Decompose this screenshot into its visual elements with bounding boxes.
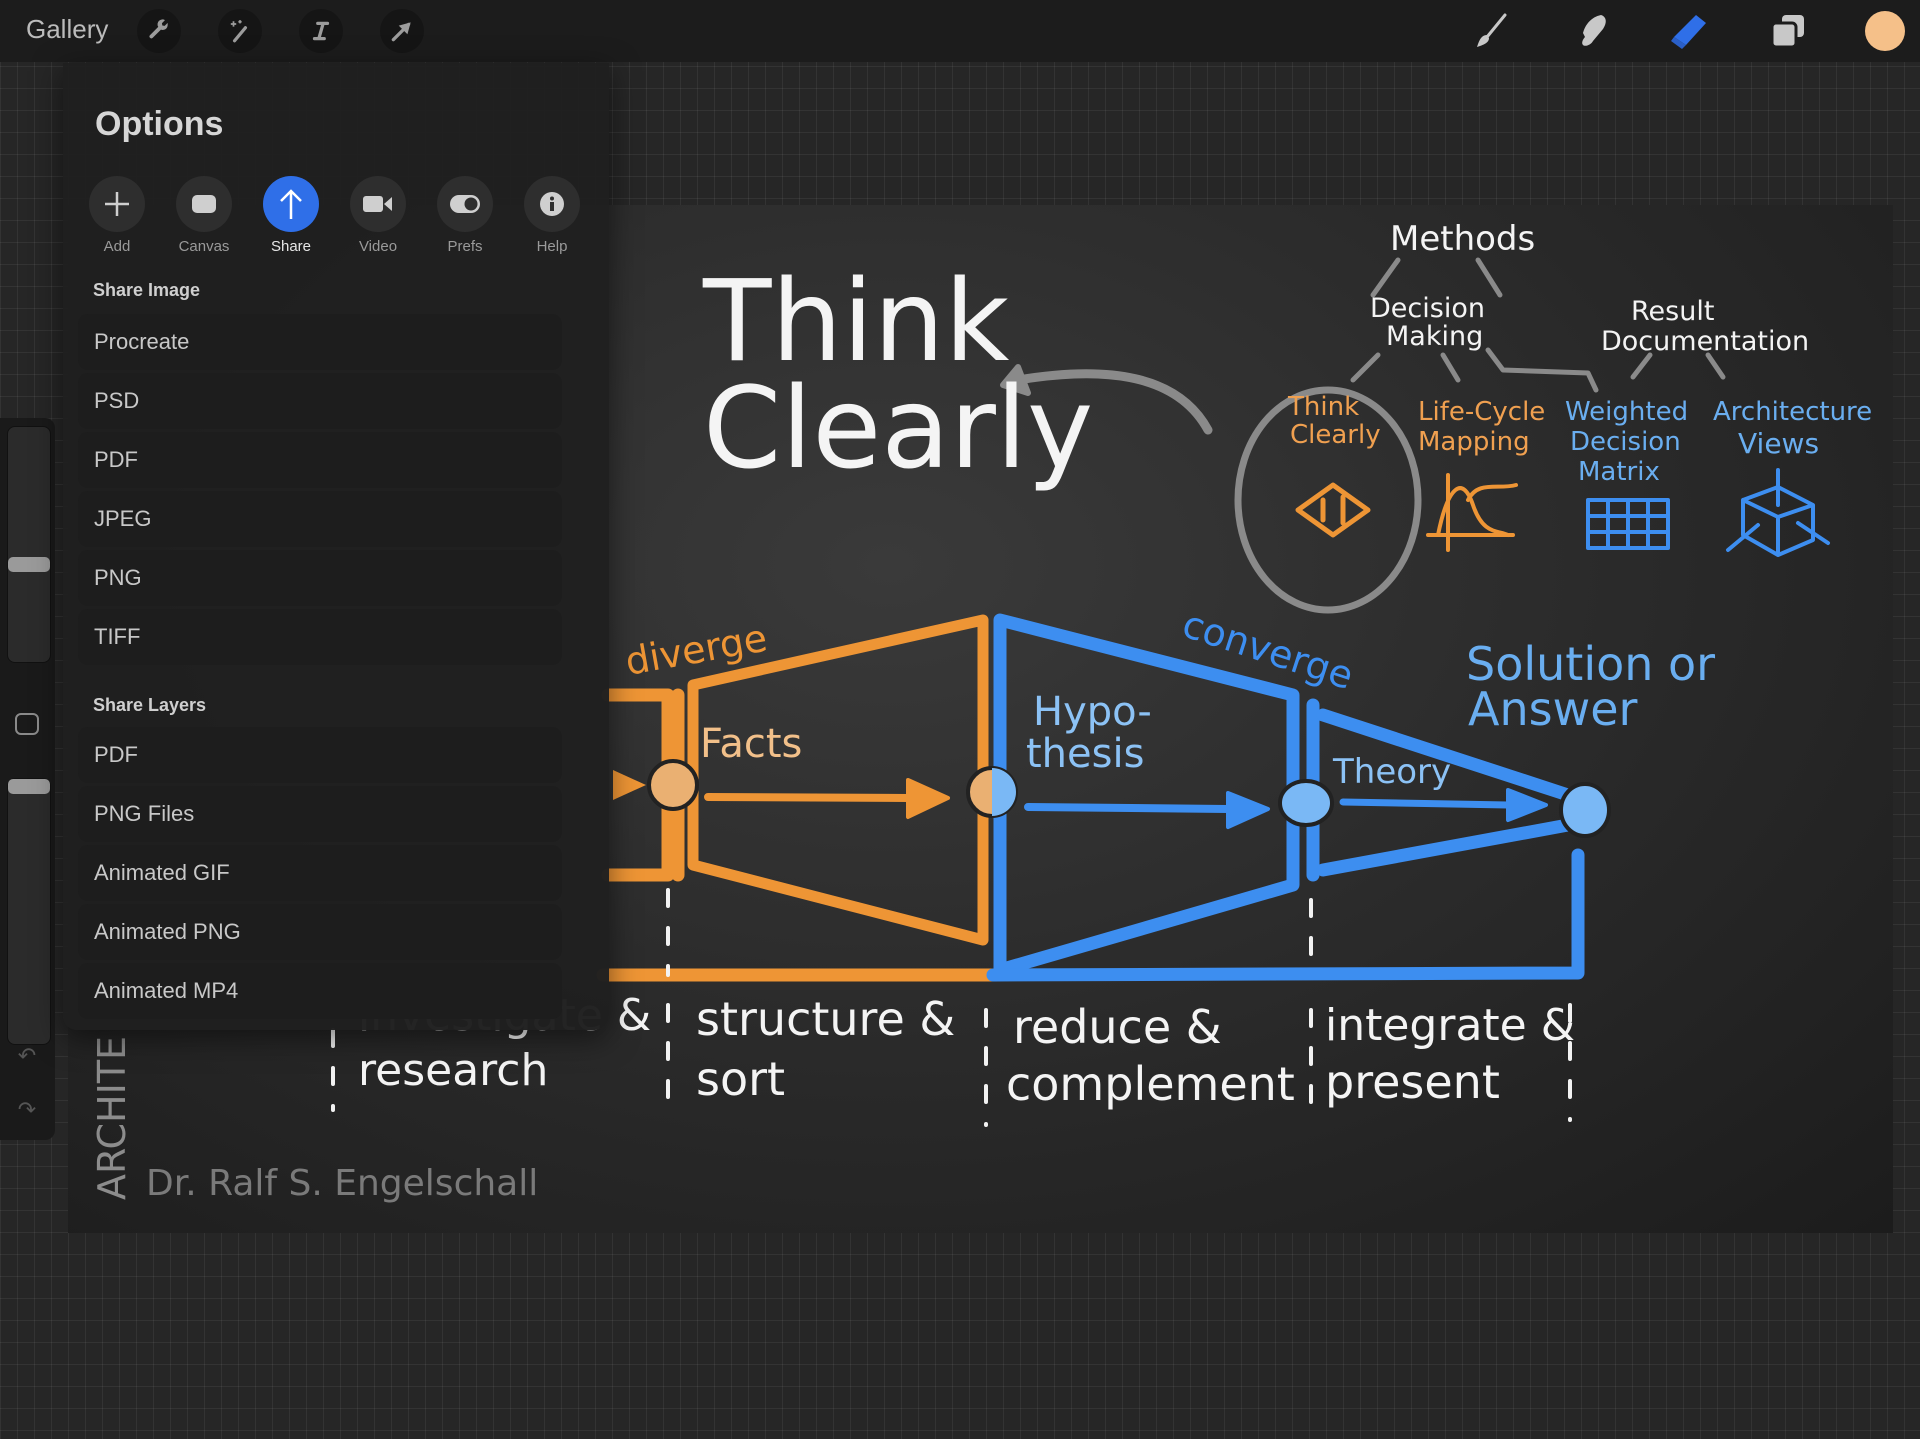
brush-size-thumb[interactable]: [8, 557, 50, 572]
panel-title: Options: [95, 105, 224, 143]
phase-3-line1: reduce &: [1013, 1000, 1222, 1054]
result-doc-line1: Result: [1631, 296, 1714, 327]
phase-3-line2: complement: [1006, 1057, 1295, 1111]
eraser-icon: [1671, 15, 1706, 49]
undo-icon[interactable]: ↶: [14, 1045, 40, 1067]
layers-button[interactable]: [1767, 10, 1809, 52]
share-arrow-icon: [280, 189, 302, 219]
phase-2-line2: sort: [696, 1052, 785, 1106]
decision-making-line1: Decision: [1370, 293, 1485, 324]
method-matrix-2: Decision: [1570, 427, 1681, 457]
node-solution: [1559, 782, 1611, 838]
share-image-png[interactable]: PNG: [78, 550, 562, 606]
matrix-grid-icon: [1586, 498, 1670, 550]
arrow-cursor-icon: [391, 22, 411, 42]
phase-2-line1: structure &: [696, 992, 955, 1046]
share-image-pdf[interactable]: PDF: [78, 432, 562, 488]
method-matrix-1: Weighted: [1565, 397, 1688, 427]
transform-button[interactable]: [380, 9, 424, 53]
actions-button[interactable]: [137, 9, 181, 53]
method-lifecycle-2: Mapping: [1418, 427, 1530, 457]
phase-1-line2: research: [358, 1045, 548, 1096]
tab-video[interactable]: Video: [346, 176, 410, 255]
brush-size-slider[interactable]: [7, 426, 51, 663]
magic-wand-icon: [230, 20, 248, 43]
methods-label: Methods: [1390, 219, 1535, 259]
adjustments-button[interactable]: [218, 9, 262, 53]
selection-s-icon: [312, 21, 330, 41]
tab-help[interactable]: Help: [520, 176, 584, 255]
opacity-thumb[interactable]: [8, 779, 50, 794]
brush-button[interactable]: [1470, 10, 1512, 52]
share-layers-heading: Share Layers: [93, 695, 207, 715]
lifecycle-curve-icon: [1426, 473, 1518, 552]
author-signature: Dr. Ralf S. Engelschall: [146, 1163, 538, 1204]
vertical-architecture-text: ARCHITE: [90, 1036, 134, 1200]
eraser-button[interactable]: [1668, 10, 1710, 52]
video-camera-icon: [363, 196, 392, 212]
options-panel: Options Add Canvas Share Video Prefs Hel…: [63, 63, 609, 1030]
brush-icon: [1477, 13, 1507, 47]
share-image-tiff[interactable]: TIFF: [78, 609, 562, 665]
tab-canvas[interactable]: Canvas: [172, 176, 236, 255]
hypothesis-arrowhead: [1226, 791, 1270, 829]
redo-icon[interactable]: ↷: [14, 1099, 40, 1121]
color-picker-button[interactable]: [1865, 11, 1905, 51]
share-image-psd[interactable]: PSD: [78, 373, 562, 429]
info-icon: [540, 192, 564, 216]
node-mid-blue-half: [992, 768, 1016, 816]
node-theory: [1278, 779, 1334, 827]
method-arch-2: Views: [1738, 427, 1819, 460]
hypothesis-line1: Hypo-: [1033, 689, 1152, 735]
decision-making-line2: Making: [1386, 321, 1483, 352]
share-layers-animated-png[interactable]: Animated PNG: [78, 904, 562, 960]
method-lifecycle-1: Life-Cycle: [1418, 397, 1545, 427]
modify-button[interactable]: [15, 713, 39, 735]
method-matrix-3: Matrix: [1578, 457, 1660, 487]
plus-icon: [105, 192, 129, 216]
facts-arrowhead: [906, 778, 950, 819]
share-layers-png-files[interactable]: PNG Files: [78, 786, 562, 842]
architecture-cube-icon: [1726, 468, 1830, 557]
node-start: [647, 759, 699, 811]
facts-label: Facts: [700, 721, 802, 767]
tab-prefs[interactable]: Prefs: [433, 176, 497, 255]
theory-arrowhead: [1506, 788, 1548, 822]
opacity-slider[interactable]: [7, 778, 51, 1045]
method-think-clearly-1: Think: [1287, 392, 1359, 422]
toggle-icon: [450, 195, 480, 213]
share-image-procreate[interactable]: Procreate: [78, 314, 562, 370]
tab-share[interactable]: Share: [259, 176, 323, 255]
gallery-button[interactable]: Gallery: [26, 14, 108, 45]
method-think-clearly-2: Clearly: [1290, 420, 1381, 450]
title-line2: Clearly: [703, 364, 1093, 494]
tab-add[interactable]: Add: [85, 176, 149, 255]
node-start-arrow: [613, 770, 646, 800]
share-image-heading: Share Image: [93, 280, 201, 300]
method-arch-1: Architecture: [1713, 397, 1872, 427]
share-layers-animated-mp4[interactable]: Animated MP4: [78, 963, 562, 1019]
share-layers-pdf[interactable]: PDF: [78, 727, 562, 783]
wrench-icon: [149, 19, 168, 39]
theory-label: Theory: [1332, 752, 1451, 792]
top-toolbar: Gallery: [0, 0, 1920, 62]
selection-button[interactable]: [299, 9, 343, 53]
smudge-button[interactable]: [1570, 10, 1612, 52]
phase-4-line1: integrate &: [1325, 1000, 1575, 1051]
smudge-finger-icon: [1582, 15, 1606, 46]
result-doc-line2: Documentation: [1601, 326, 1809, 357]
phase-4-line2: present: [1325, 1055, 1500, 1109]
left-sidebar: ↶ ↷: [0, 418, 55, 1140]
canvas-icon: [192, 195, 216, 213]
layers-icon: [1770, 15, 1804, 49]
share-image-jpeg[interactable]: JPEG: [78, 491, 562, 547]
solution-line2: Answer: [1468, 682, 1638, 736]
think-clearly-diamond-icon: [1295, 482, 1371, 538]
share-layers-animated-gif[interactable]: Animated GIF: [78, 845, 562, 901]
hypothesis-line2: thesis: [1026, 731, 1144, 777]
